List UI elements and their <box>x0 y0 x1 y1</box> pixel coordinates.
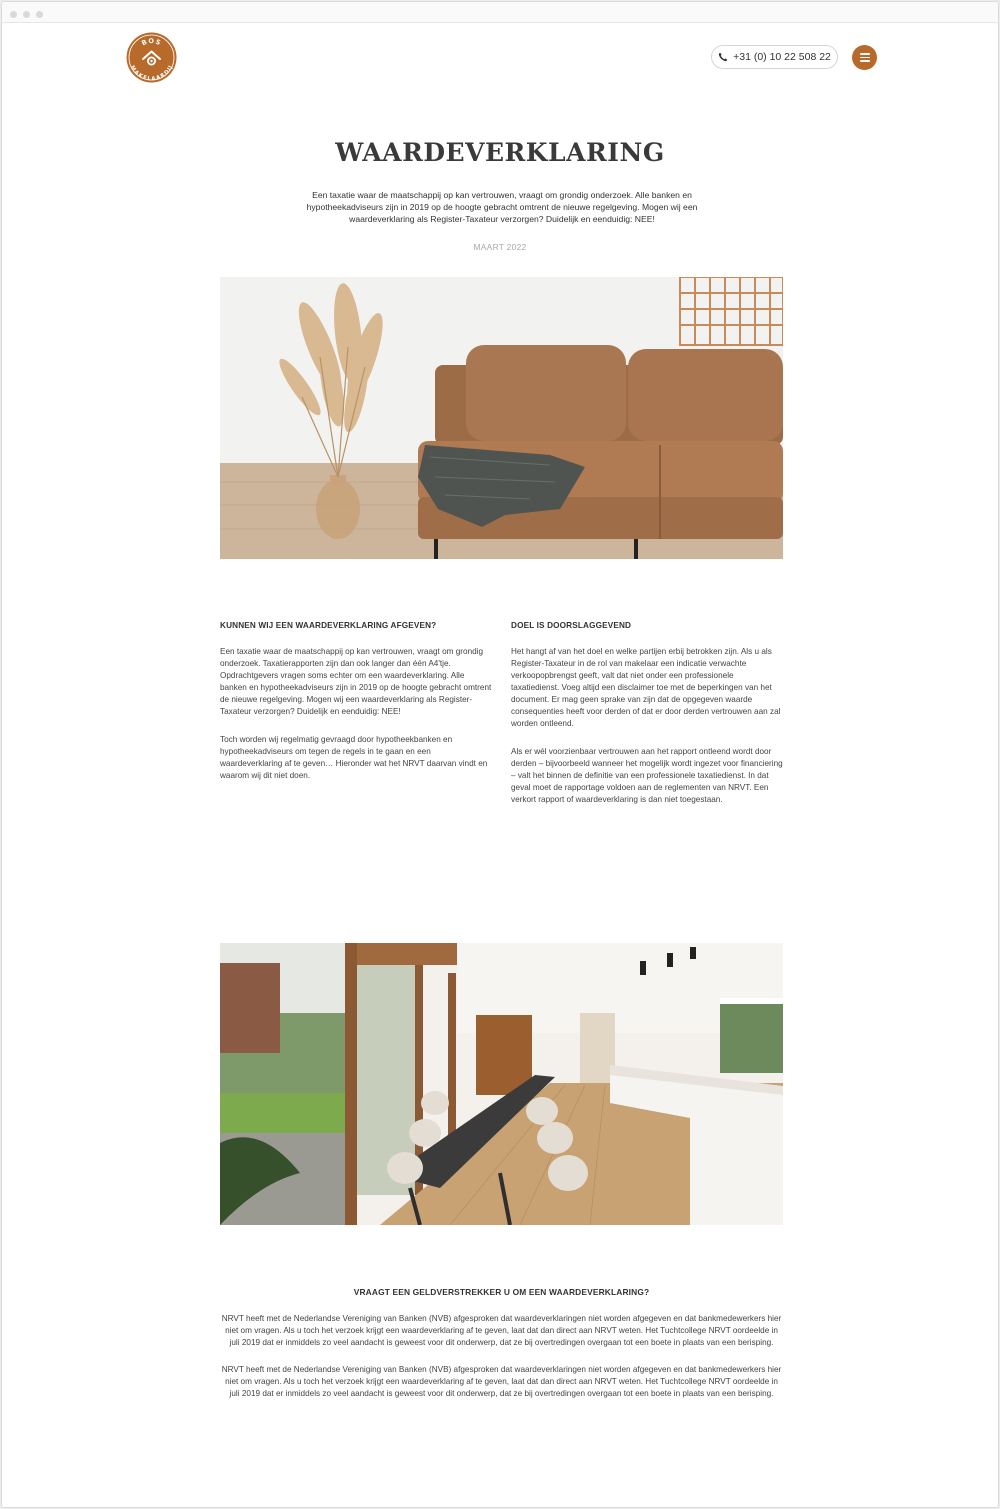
right-column-heading: DOEL IS DOORSLAGGEVEND <box>511 621 632 630</box>
phone-number: +31 (0) 10 22 508 22 <box>733 51 831 63</box>
dining-kitchen-image <box>220 943 783 1225</box>
left-column-paragraph-1: Een taxatie waar de maatschappij op kan … <box>220 647 492 716</box>
intro-text: Een taxatie waar de maatschappij op kan … <box>306 190 698 224</box>
left-column-heading: KUNNEN WIJ EEN WAARDEVERKLARING AFGEVEN? <box>220 621 437 630</box>
right-column-paragraph-2: Als er wél voorzienbaar vertrouwen aan h… <box>511 747 783 804</box>
hamburger-icon <box>859 53 870 55</box>
right-column: DOEL IS DOORSLAGGEVEND Het hangt af van … <box>511 621 783 822</box>
bottom-paragraph-2: NRVT heeft met de Nederlandse Vereniging… <box>221 1365 782 1398</box>
window-title-bar <box>2 2 998 23</box>
bottom-paragraph-1: NRVT heeft met de Nederlandse Vereniging… <box>221 1314 782 1347</box>
browser-window: BOS MAKELAARDIJ +31 (0) 10 22 508 22 WAA… <box>1 1 999 1508</box>
hamburger-menu-button[interactable] <box>852 45 877 70</box>
phone-button[interactable]: +31 (0) 10 22 508 22 <box>711 45 838 69</box>
right-column-paragraph-1: Het hangt af van het doel en welke parti… <box>511 647 781 728</box>
left-column: KUNNEN WIJ EEN WAARDEVERKLARING AFGEVEN?… <box>220 621 492 798</box>
window-dot-icon <box>36 11 43 18</box>
bottom-section: VRAAGT EEN GELDVERSTREKKER U OM EEN WAAR… <box>220 1287 783 1415</box>
window-dot-icon <box>23 11 30 18</box>
phone-icon <box>718 52 728 62</box>
page-title: WAARDEVERKLARING <box>335 138 665 167</box>
logo[interactable]: BOS MAKELAARDIJ <box>126 32 177 83</box>
window-dot-icon <box>10 11 17 18</box>
left-column-paragraph-2: Toch worden wij regelmatig gevraagd door… <box>220 735 488 780</box>
living-room-sofa-image <box>220 277 783 559</box>
publish-date: MAART 2022 <box>473 242 527 252</box>
bottom-heading: VRAAGT EEN GELDVERSTREKKER U OM EEN WAAR… <box>353 1287 650 1297</box>
